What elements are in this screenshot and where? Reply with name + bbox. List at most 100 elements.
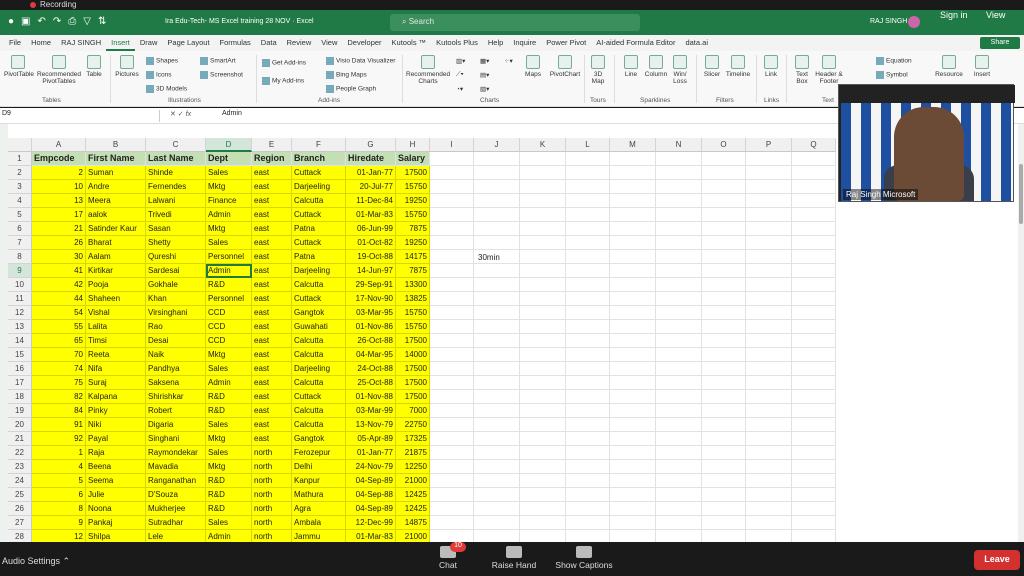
winloss-sparkline-button[interactable]: Win/ Loss: [670, 55, 690, 85]
table-cell[interactable]: [610, 432, 656, 446]
table-cell[interactable]: R&D: [206, 488, 252, 502]
table-cell[interactable]: 06-Jun-99: [346, 222, 396, 236]
column-title-cell[interactable]: [520, 152, 566, 166]
table-cell[interactable]: [656, 250, 702, 264]
table-cell[interactable]: [430, 488, 474, 502]
row-header[interactable]: 24: [8, 474, 32, 488]
table-cell[interactable]: [610, 250, 656, 264]
table-cell[interactable]: [702, 194, 746, 208]
table-cell[interactable]: [656, 488, 702, 502]
table-cell[interactable]: [702, 166, 746, 180]
table-cell[interactable]: 04-Sep-89: [346, 502, 396, 516]
table-cell[interactable]: Pinky: [86, 404, 146, 418]
hierarchy-chart-icon[interactable]: ▦▾: [480, 57, 489, 65]
smartart-button[interactable]: SmartArt: [200, 57, 236, 65]
column-title-cell[interactable]: [702, 152, 746, 166]
table-cell[interactable]: 22750: [396, 418, 430, 432]
note-cell[interactable]: 30min: [478, 253, 500, 262]
table-cell[interactable]: [656, 306, 702, 320]
table-cell[interactable]: [746, 264, 792, 278]
table-cell[interactable]: 6: [32, 488, 86, 502]
save-icon[interactable]: ▣: [21, 16, 30, 27]
table-cell[interactable]: Sutradhar: [146, 516, 206, 530]
table-cell[interactable]: [656, 180, 702, 194]
icons-button[interactable]: Icons: [146, 71, 172, 79]
table-cell[interactable]: [610, 236, 656, 250]
table-cell[interactable]: Sales: [206, 418, 252, 432]
table-cell[interactable]: [610, 348, 656, 362]
table-cell[interactable]: [656, 376, 702, 390]
table-cell[interactable]: [566, 362, 610, 376]
table-cell[interactable]: east: [252, 432, 292, 446]
table-cell[interactable]: [792, 502, 836, 516]
table-cell[interactable]: [566, 194, 610, 208]
table-cell[interactable]: east: [252, 250, 292, 264]
video-thumbnail[interactable]: Raj Singh Microsoft: [838, 84, 1015, 202]
table-cell[interactable]: 70: [32, 348, 86, 362]
row-header[interactable]: 2: [8, 166, 32, 180]
table-cell[interactable]: 17500: [396, 362, 430, 376]
table-cell[interactable]: 15750: [396, 320, 430, 334]
column-title-cell[interactable]: [746, 152, 792, 166]
table-cell[interactable]: [746, 166, 792, 180]
column-header-q[interactable]: Q: [792, 138, 836, 152]
table-cell[interactable]: [702, 376, 746, 390]
redo-icon[interactable]: ↷: [53, 16, 61, 27]
table-cell[interactable]: [474, 530, 520, 542]
column-header-p[interactable]: P: [746, 138, 792, 152]
table-cell[interactable]: 29-Sep-91: [346, 278, 396, 292]
table-cell[interactable]: Gokhale: [146, 278, 206, 292]
table-cell[interactable]: [656, 446, 702, 460]
table-cell[interactable]: Beena: [86, 460, 146, 474]
table-cell[interactable]: [520, 194, 566, 208]
table-cell[interactable]: [746, 446, 792, 460]
filter-icon[interactable]: ▽: [83, 16, 91, 27]
table-cell[interactable]: Noona: [86, 502, 146, 516]
table-cell[interactable]: 26: [32, 236, 86, 250]
table-cell[interactable]: Trivedi: [146, 208, 206, 222]
recommended-pivottables-button[interactable]: Recommended PivotTables: [36, 55, 82, 85]
table-cell[interactable]: [746, 376, 792, 390]
pie-chart-icon[interactable]: ◔▾: [456, 85, 463, 93]
people-graph-button[interactable]: People Graph: [326, 85, 376, 93]
table-cell[interactable]: Admin: [206, 530, 252, 542]
table-cell[interactable]: Darjeeling: [292, 362, 346, 376]
3d-map-button[interactable]: 3D Map: [588, 55, 608, 85]
table-cell[interactable]: east: [252, 390, 292, 404]
table-cell[interactable]: Cuttack: [292, 166, 346, 180]
visio-button[interactable]: Visio Data Visualizer: [326, 57, 395, 65]
table-cell[interactable]: [656, 236, 702, 250]
table-cell[interactable]: Kanpur: [292, 474, 346, 488]
table-cell[interactable]: 75: [32, 376, 86, 390]
table-cell[interactable]: [610, 460, 656, 474]
table-cell[interactable]: [520, 208, 566, 222]
table-cell[interactable]: [792, 390, 836, 404]
table-cell[interactable]: [430, 516, 474, 530]
table-cell[interactable]: [746, 292, 792, 306]
table-cell[interactable]: Mktg: [206, 222, 252, 236]
table-cell[interactable]: Mktg: [206, 180, 252, 194]
table-cell[interactable]: east: [252, 194, 292, 208]
table-cell[interactable]: Sales: [206, 362, 252, 376]
table-cell[interactable]: [474, 474, 520, 488]
table-cell[interactable]: Ranganathan: [146, 474, 206, 488]
column-title-cell[interactable]: [430, 152, 474, 166]
table-cell[interactable]: [566, 306, 610, 320]
audio-settings-button[interactable]: Audio Settings ⌃: [2, 556, 70, 567]
table-cell[interactable]: [610, 194, 656, 208]
table-cell[interactable]: [474, 334, 520, 348]
table-cell[interactable]: [566, 516, 610, 530]
table-cell[interactable]: Vishal: [86, 306, 146, 320]
table-cell[interactable]: Niki: [86, 418, 146, 432]
table-cell[interactable]: [792, 208, 836, 222]
column-title-cell[interactable]: [792, 152, 836, 166]
tab-developer[interactable]: Developer: [342, 35, 386, 51]
table-cell[interactable]: [566, 250, 610, 264]
table-cell[interactable]: [656, 530, 702, 542]
row-header[interactable]: 19: [8, 404, 32, 418]
table-cell[interactable]: [702, 404, 746, 418]
table-cell[interactable]: east: [252, 208, 292, 222]
table-cell[interactable]: Admin: [206, 376, 252, 390]
table-cell[interactable]: [474, 376, 520, 390]
table-cell[interactable]: [702, 446, 746, 460]
